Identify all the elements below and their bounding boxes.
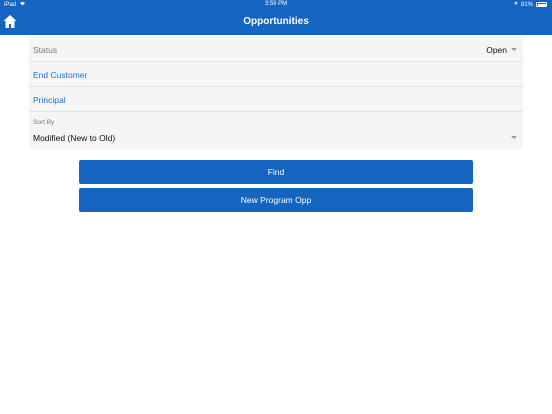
principal-field[interactable]: Principal	[29, 87, 523, 112]
principal-label: Principal	[33, 95, 66, 105]
sort-by-label: Sort By	[33, 119, 55, 126]
top-bar: iPad 3:59 PM 81% Opportunities	[0, 0, 552, 35]
find-button[interactable]: Find	[79, 160, 473, 184]
battery-percent: 81%	[520, 1, 533, 8]
new-program-opp-button[interactable]: New Program Opp	[79, 188, 473, 212]
status-time: 3:59 PM	[264, 1, 288, 7]
chevron-down-icon	[511, 136, 517, 139]
status-select[interactable]: Status Open	[29, 37, 523, 62]
filter-form: Status Open End Customer Principal Sort …	[29, 37, 523, 149]
sort-by-value: Modified (New to Old)	[33, 133, 116, 143]
status-value: Open	[486, 45, 507, 55]
status-label: Status	[33, 45, 58, 55]
chevron-down-icon	[511, 48, 517, 51]
battery-icon	[536, 2, 547, 7]
page-title: Opportunities	[243, 16, 309, 27]
sort-by-select[interactable]: Sort By Modified (New to Old)	[29, 112, 523, 149]
status-bar: iPad 3:59 PM 81%	[0, 0, 552, 10]
location-icon	[513, 1, 518, 8]
end-customer-field[interactable]: End Customer	[29, 62, 523, 87]
end-customer-label: End Customer	[33, 70, 88, 80]
